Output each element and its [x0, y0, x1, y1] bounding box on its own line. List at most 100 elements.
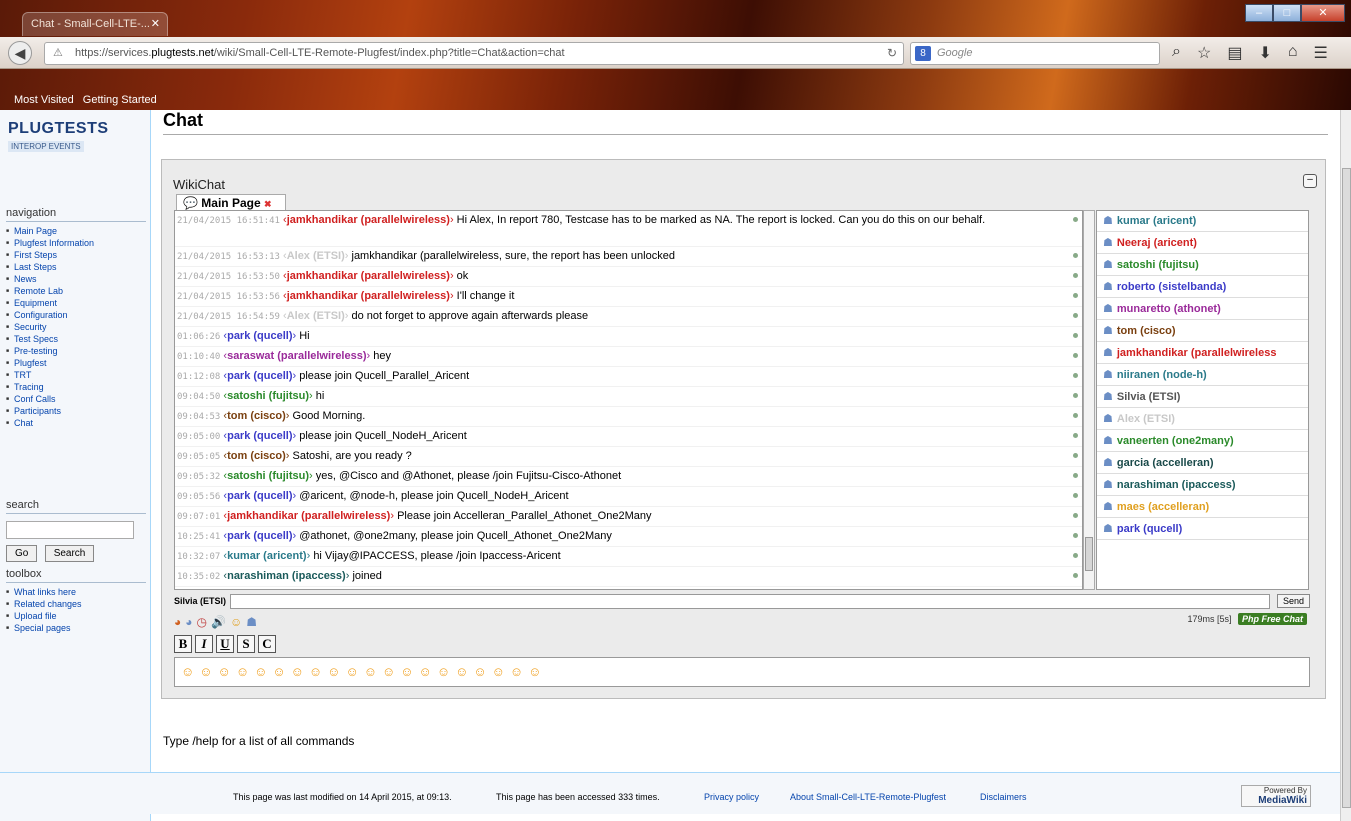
user-list-item[interactable]: ☗ vaneerten (one2many) [1097, 431, 1308, 452]
toolbox-item-1[interactable]: Related changes [6, 598, 146, 610]
site-identity-icon[interactable]: ⚠ [53, 46, 63, 59]
page-scroll-thumb[interactable] [1342, 168, 1351, 808]
disclaimers-link[interactable]: Disclaimers [980, 792, 1027, 802]
underline-button[interactable]: U [216, 635, 234, 653]
address-bar[interactable]: ⚠ https://services.plugtests.net/wiki/Sm… [44, 42, 904, 65]
bold-button[interactable]: B [174, 635, 192, 653]
color-button[interactable]: C [258, 635, 276, 653]
user-list-item[interactable]: ☗ Alex (ETSI) [1097, 409, 1308, 430]
nav-item-9[interactable]: Test Specs [6, 333, 146, 345]
go-button[interactable]: Go [6, 545, 38, 562]
nav-item-10[interactable]: Pre-testing [6, 345, 146, 357]
php-free-chat-logo[interactable]: Php Free Chat [1237, 613, 1307, 625]
user-icon[interactable]: ☗ [246, 615, 257, 629]
user-list-item[interactable]: ☗ roberto (sistelbanda) [1097, 277, 1308, 298]
message-nick[interactable]: satoshi (fujitsu) [227, 470, 309, 482]
minimize-button[interactable]: – [1245, 4, 1273, 22]
user-list-item[interactable]: ☗ Neeraj (aricent) [1097, 233, 1308, 254]
message-nick[interactable]: satoshi (fujitsu) [227, 390, 309, 402]
tab-close-icon[interactable]: ✕ [151, 17, 160, 30]
smiley-bar[interactable]: ☺☺☺☺☺☺☺☺☺☺☺☺☺☺☺☺☺☺☺☺ [174, 657, 1310, 687]
message-nick[interactable]: jamkhandikar (parallelwireless) [287, 214, 450, 226]
message-nick[interactable]: tom (cisco) [227, 410, 286, 422]
nav-item-6[interactable]: Equipment [6, 297, 146, 309]
search-button[interactable]: Search [44, 545, 95, 562]
nav-item-0[interactable]: Main Page [6, 225, 146, 237]
send-button[interactable]: Send [1276, 594, 1310, 608]
nav-item-3[interactable]: Last Steps [6, 261, 146, 273]
color-icon[interactable]: ◕ [174, 615, 181, 629]
about-link[interactable]: About Small-Cell-LTE-Remote-Plugfest [790, 792, 946, 802]
nav-item-2[interactable]: First Steps [6, 249, 146, 261]
user-list-item[interactable]: ☗ jamkhandikar (parallelwireless [1097, 343, 1308, 364]
smiley-icon[interactable]: ☺ [230, 615, 242, 629]
clock-icon[interactable]: ◷ [197, 615, 207, 629]
bookmark-star-icon[interactable]: ☆ [1197, 43, 1211, 63]
message-list[interactable]: 21/04/2015 16:51:41 ‹jamkhandikar (paral… [174, 210, 1083, 590]
user-list-item[interactable]: ☗ satoshi (fujitsu) [1097, 255, 1308, 276]
home-icon[interactable]: ⌂ [1288, 43, 1298, 63]
message-nick[interactable]: jamkhandikar (parallelwireless) [287, 290, 450, 302]
nav-item-16[interactable]: Chat [6, 417, 146, 429]
page-scrollbar[interactable] [1340, 110, 1351, 821]
close-tab-icon[interactable]: ✖ [264, 199, 272, 209]
nav-item-5[interactable]: Remote Lab [6, 285, 146, 297]
user-list-item[interactable]: ☗ narashiman (ipaccess) [1097, 475, 1308, 496]
message-nick[interactable]: park (qucell) [227, 430, 292, 442]
message-nick[interactable]: narashiman (ipaccess) [227, 570, 346, 582]
tab-main-page[interactable]: 💬 Main Page ✖ [176, 194, 286, 210]
back-button[interactable]: ◀ [8, 41, 32, 65]
bookmark-most-visited[interactable]: Most Visited [14, 94, 74, 106]
reload-icon[interactable]: ↻ [887, 46, 897, 60]
mediawiki-badge[interactable]: Powered By MediaWiki [1241, 785, 1311, 807]
plugtests-logo[interactable]: PLUGTESTS INTEROP EVENTS [8, 120, 142, 158]
toolbox-item-2[interactable]: Upload file [6, 610, 146, 622]
maximize-button[interactable]: □ [1273, 4, 1301, 22]
message-input[interactable] [230, 594, 1271, 609]
user-list-item[interactable]: ☗ park (qucell) [1097, 519, 1308, 540]
strike-button[interactable]: S [237, 635, 255, 653]
message-scrollbar[interactable] [1083, 210, 1095, 590]
nav-item-4[interactable]: News [6, 273, 146, 285]
toolbox-item-3[interactable]: Special pages [6, 622, 146, 634]
bookmarks-menu-icon[interactable]: ▤ [1227, 43, 1242, 63]
nav-item-8[interactable]: Security [6, 321, 146, 333]
message-nick[interactable]: Alex (ETSI) [287, 310, 345, 322]
close-window-button[interactable]: ✕ [1301, 4, 1345, 22]
search-icon[interactable]: ⌕ [1172, 43, 1181, 63]
sound-icon[interactable]: 🔊 [211, 615, 226, 629]
message-nick[interactable]: Alex (ETSI) [287, 250, 345, 262]
message-nick[interactable]: jamkhandikar (parallelwireless) [227, 510, 390, 522]
italic-button[interactable]: I [195, 635, 213, 653]
nav-item-1[interactable]: Plugfest Information [6, 237, 146, 249]
user-list-item[interactable]: ☗ niiranen (node-h) [1097, 365, 1308, 386]
message-nick[interactable]: tom (cisco) [227, 450, 286, 462]
user-list-item[interactable]: ☗ munaretto (athonet) [1097, 299, 1308, 320]
nav-item-13[interactable]: Tracing [6, 381, 146, 393]
privacy-link[interactable]: Privacy policy [704, 792, 759, 802]
scroll-thumb[interactable] [1085, 537, 1093, 571]
nav-item-14[interactable]: Conf Calls [6, 393, 146, 405]
message-nick[interactable]: jamkhandikar (parallelwireless) [287, 270, 450, 282]
message-nick[interactable]: park (qucell) [227, 490, 292, 502]
user-list-item[interactable]: ☗ tom (cisco) [1097, 321, 1308, 342]
users-icon[interactable]: ◕ [185, 615, 192, 629]
wiki-search-input[interactable] [6, 521, 134, 539]
browser-tab[interactable]: Chat - Small-Cell-LTE-... ✕ [22, 12, 168, 36]
message-nick[interactable]: park (qucell) [227, 530, 292, 542]
nav-item-12[interactable]: TRT [6, 369, 146, 381]
minimize-chat-button[interactable]: – [1303, 174, 1317, 188]
nav-item-7[interactable]: Configuration [6, 309, 146, 321]
message-nick[interactable]: saraswat (parallelwireless) [227, 350, 366, 362]
nav-item-15[interactable]: Participants [6, 405, 146, 417]
downloads-icon[interactable]: ⬇ [1258, 43, 1271, 63]
menu-icon[interactable]: ☰ [1314, 43, 1328, 63]
user-list-item[interactable]: ☗ garcia (accelleran) [1097, 453, 1308, 474]
message-nick[interactable]: park (qucell) [227, 370, 292, 382]
search-bar[interactable]: 8 Google [910, 42, 1160, 65]
message-nick[interactable]: park (qucell) [227, 330, 292, 342]
user-list-item[interactable]: ☗ kumar (aricent) [1097, 211, 1308, 232]
bookmark-getting-started[interactable]: Getting Started [83, 94, 157, 106]
message-nick[interactable]: kumar (aricent) [227, 550, 306, 562]
toolbox-item-0[interactable]: What links here [6, 586, 146, 598]
